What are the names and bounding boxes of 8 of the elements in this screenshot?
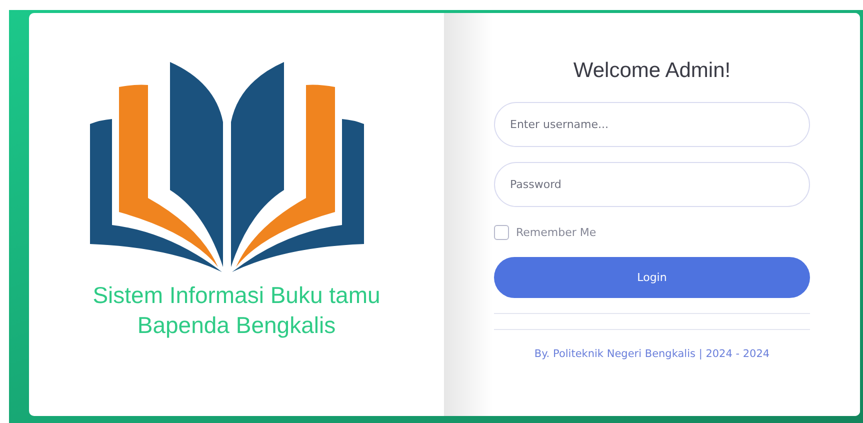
brand-title: Sistem Informasi Buku tamu Bapenda Bengkalis (92, 281, 380, 340)
credit-text: By. Politeknik Negeri Bengkalis | 2024 - 2024 (533, 348, 771, 360)
username-field[interactable]: Enter username... (494, 102, 810, 147)
remember-label[interactable]: Remember Me (516, 226, 596, 239)
welcome-heading: Welcome Admin! (572, 59, 732, 83)
login-button[interactable]: Login (494, 257, 810, 298)
remember-checkbox[interactable] (494, 225, 509, 240)
password-field[interactable]: Password (494, 162, 810, 207)
